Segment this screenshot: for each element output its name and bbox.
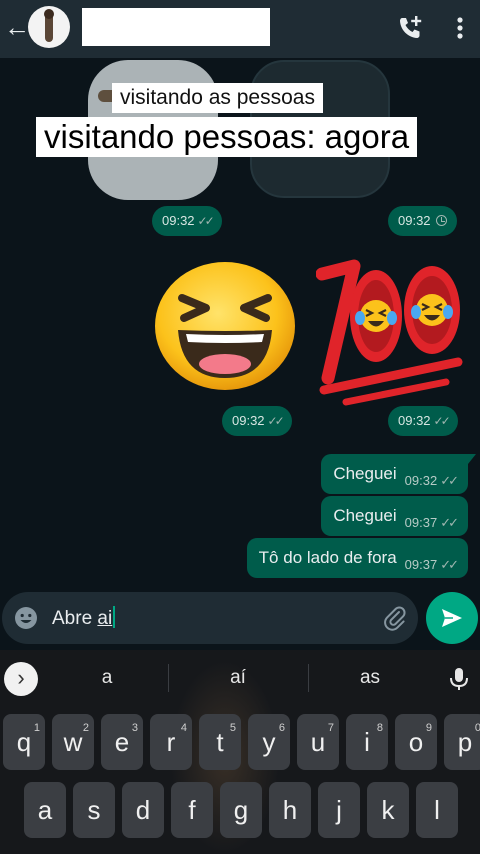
key-number-hint: 1: [33, 722, 40, 734]
key-label: w: [63, 727, 83, 757]
suggestion-divider: [168, 664, 169, 692]
key-f[interactable]: f: [171, 782, 213, 838]
hundred-points-emoji[interactable]: [316, 258, 466, 406]
laughing-face-emoji[interactable]: [152, 260, 298, 392]
key-a[interactable]: a: [24, 782, 66, 838]
microphone-icon[interactable]: [448, 666, 470, 692]
key-p[interactable]: p0: [444, 714, 480, 770]
key-u[interactable]: u7: [297, 714, 339, 770]
keyboard-expand-chevron-icon[interactable]: ›: [4, 662, 38, 696]
avatar-head: [44, 9, 54, 19]
key-label: r: [166, 727, 176, 757]
input-text[interactable]: Abre ai: [52, 606, 116, 631]
add-call-icon[interactable]: [396, 14, 424, 42]
smiley-icon[interactable]: [14, 606, 38, 630]
message-timestamp: 09:32 ✓✓: [388, 406, 458, 436]
key-label: u: [310, 727, 326, 757]
key-label: i: [364, 727, 370, 757]
key-label: e: [114, 727, 130, 757]
key-t[interactable]: t5: [199, 714, 241, 770]
key-number-hint: 5: [229, 722, 236, 734]
paperclip-icon[interactable]: [382, 605, 408, 631]
suggestion-chip[interactable]: a: [62, 666, 152, 690]
message-text: Cheguei: [333, 464, 397, 483]
key-w[interactable]: w2: [52, 714, 94, 770]
key-q[interactable]: q1: [3, 714, 45, 770]
message-time: 09:37: [404, 515, 438, 530]
back-arrow-icon[interactable]: ←: [4, 10, 30, 44]
message-bubble[interactable]: Cheguei 09:32 ✓✓: [321, 454, 476, 494]
key-g[interactable]: g: [220, 782, 262, 838]
pending-clock-icon: [435, 215, 447, 226]
key-e[interactable]: e3: [101, 714, 143, 770]
input-text-plain: Abre: [52, 608, 98, 629]
input-text-composing: ai: [97, 608, 113, 629]
key-number-hint: 4: [180, 722, 187, 734]
key-number-hint: 0: [474, 722, 480, 734]
key-o[interactable]: o9: [395, 714, 437, 770]
read-receipt-icon: ✓✓: [440, 557, 459, 572]
message-input[interactable]: Abre ai: [2, 592, 418, 644]
chat-header: ←: [0, 0, 480, 58]
message-bubble[interactable]: Tô do lado de fora 09:37 ✓✓: [246, 538, 468, 578]
on-screen-keyboard: › a aí as q1w2e3r4t5y6u7i8o9p0asdfghjkl: [0, 650, 480, 854]
read-receipt-icon: ✓✓: [440, 473, 459, 488]
key-label: y: [262, 727, 276, 757]
key-number-hint: 9: [425, 722, 432, 734]
read-receipt-icon: ✓✓: [197, 214, 215, 228]
message-timestamp: 09:32: [388, 206, 457, 236]
suggestion-chip[interactable]: as: [324, 666, 416, 690]
timestamp-text: 09:32: [398, 413, 431, 428]
key-number-hint: 3: [131, 722, 138, 734]
message-text: Cheguei: [333, 506, 397, 525]
message-timestamp: 09:32 ✓✓: [222, 406, 292, 436]
key-number-hint: 2: [82, 722, 89, 734]
suggestion-divider: [308, 664, 309, 692]
key-number-hint: 6: [278, 722, 285, 734]
message-bubble[interactable]: Cheguei 09:37 ✓✓: [321, 496, 468, 536]
more-vertical-icon[interactable]: [448, 14, 472, 42]
key-y[interactable]: y6: [248, 714, 290, 770]
timestamp-text: 09:32: [162, 213, 195, 228]
key-label: p: [457, 727, 473, 757]
message-timestamp: 09:32 ✓✓: [152, 206, 222, 236]
key-r[interactable]: r4: [150, 714, 192, 770]
message-composer: Abre ai: [0, 590, 480, 648]
key-number-hint: 7: [327, 722, 334, 734]
key-j[interactable]: j: [318, 782, 360, 838]
timestamp-text: 09:32: [232, 413, 265, 428]
overlay-caption-main: visitando pessoas: agora: [36, 117, 418, 157]
key-label: q: [16, 727, 32, 757]
text-caret: [113, 606, 116, 628]
key-label: t: [216, 727, 224, 757]
suggestion-chip[interactable]: aí: [192, 666, 284, 690]
chat-area[interactable]: visitando as pessoas visitando pessoas: …: [0, 58, 480, 590]
contact-name-redacted[interactable]: [82, 8, 270, 46]
read-receipt-icon: ✓✓: [440, 515, 459, 530]
key-number-hint: 8: [376, 722, 383, 734]
key-i[interactable]: i8: [346, 714, 388, 770]
read-receipt-icon: ✓✓: [433, 414, 451, 428]
overlay-caption-top: visitando as pessoas: [112, 83, 323, 113]
read-receipt-icon: ✓✓: [267, 414, 285, 428]
avatar[interactable]: [28, 6, 70, 48]
send-button[interactable]: [426, 592, 478, 644]
message-time: 09:32: [404, 473, 438, 488]
message-time: 09:37: [404, 557, 438, 572]
key-h[interactable]: h: [269, 782, 311, 838]
key-s[interactable]: s: [73, 782, 115, 838]
key-k[interactable]: k: [367, 782, 409, 838]
key-l[interactable]: l: [416, 782, 458, 838]
timestamp-text: 09:32: [398, 213, 431, 228]
message-text: Tô do lado de fora: [258, 548, 397, 567]
key-d[interactable]: d: [122, 782, 164, 838]
key-label: o: [408, 727, 424, 757]
send-icon: [442, 609, 462, 627]
